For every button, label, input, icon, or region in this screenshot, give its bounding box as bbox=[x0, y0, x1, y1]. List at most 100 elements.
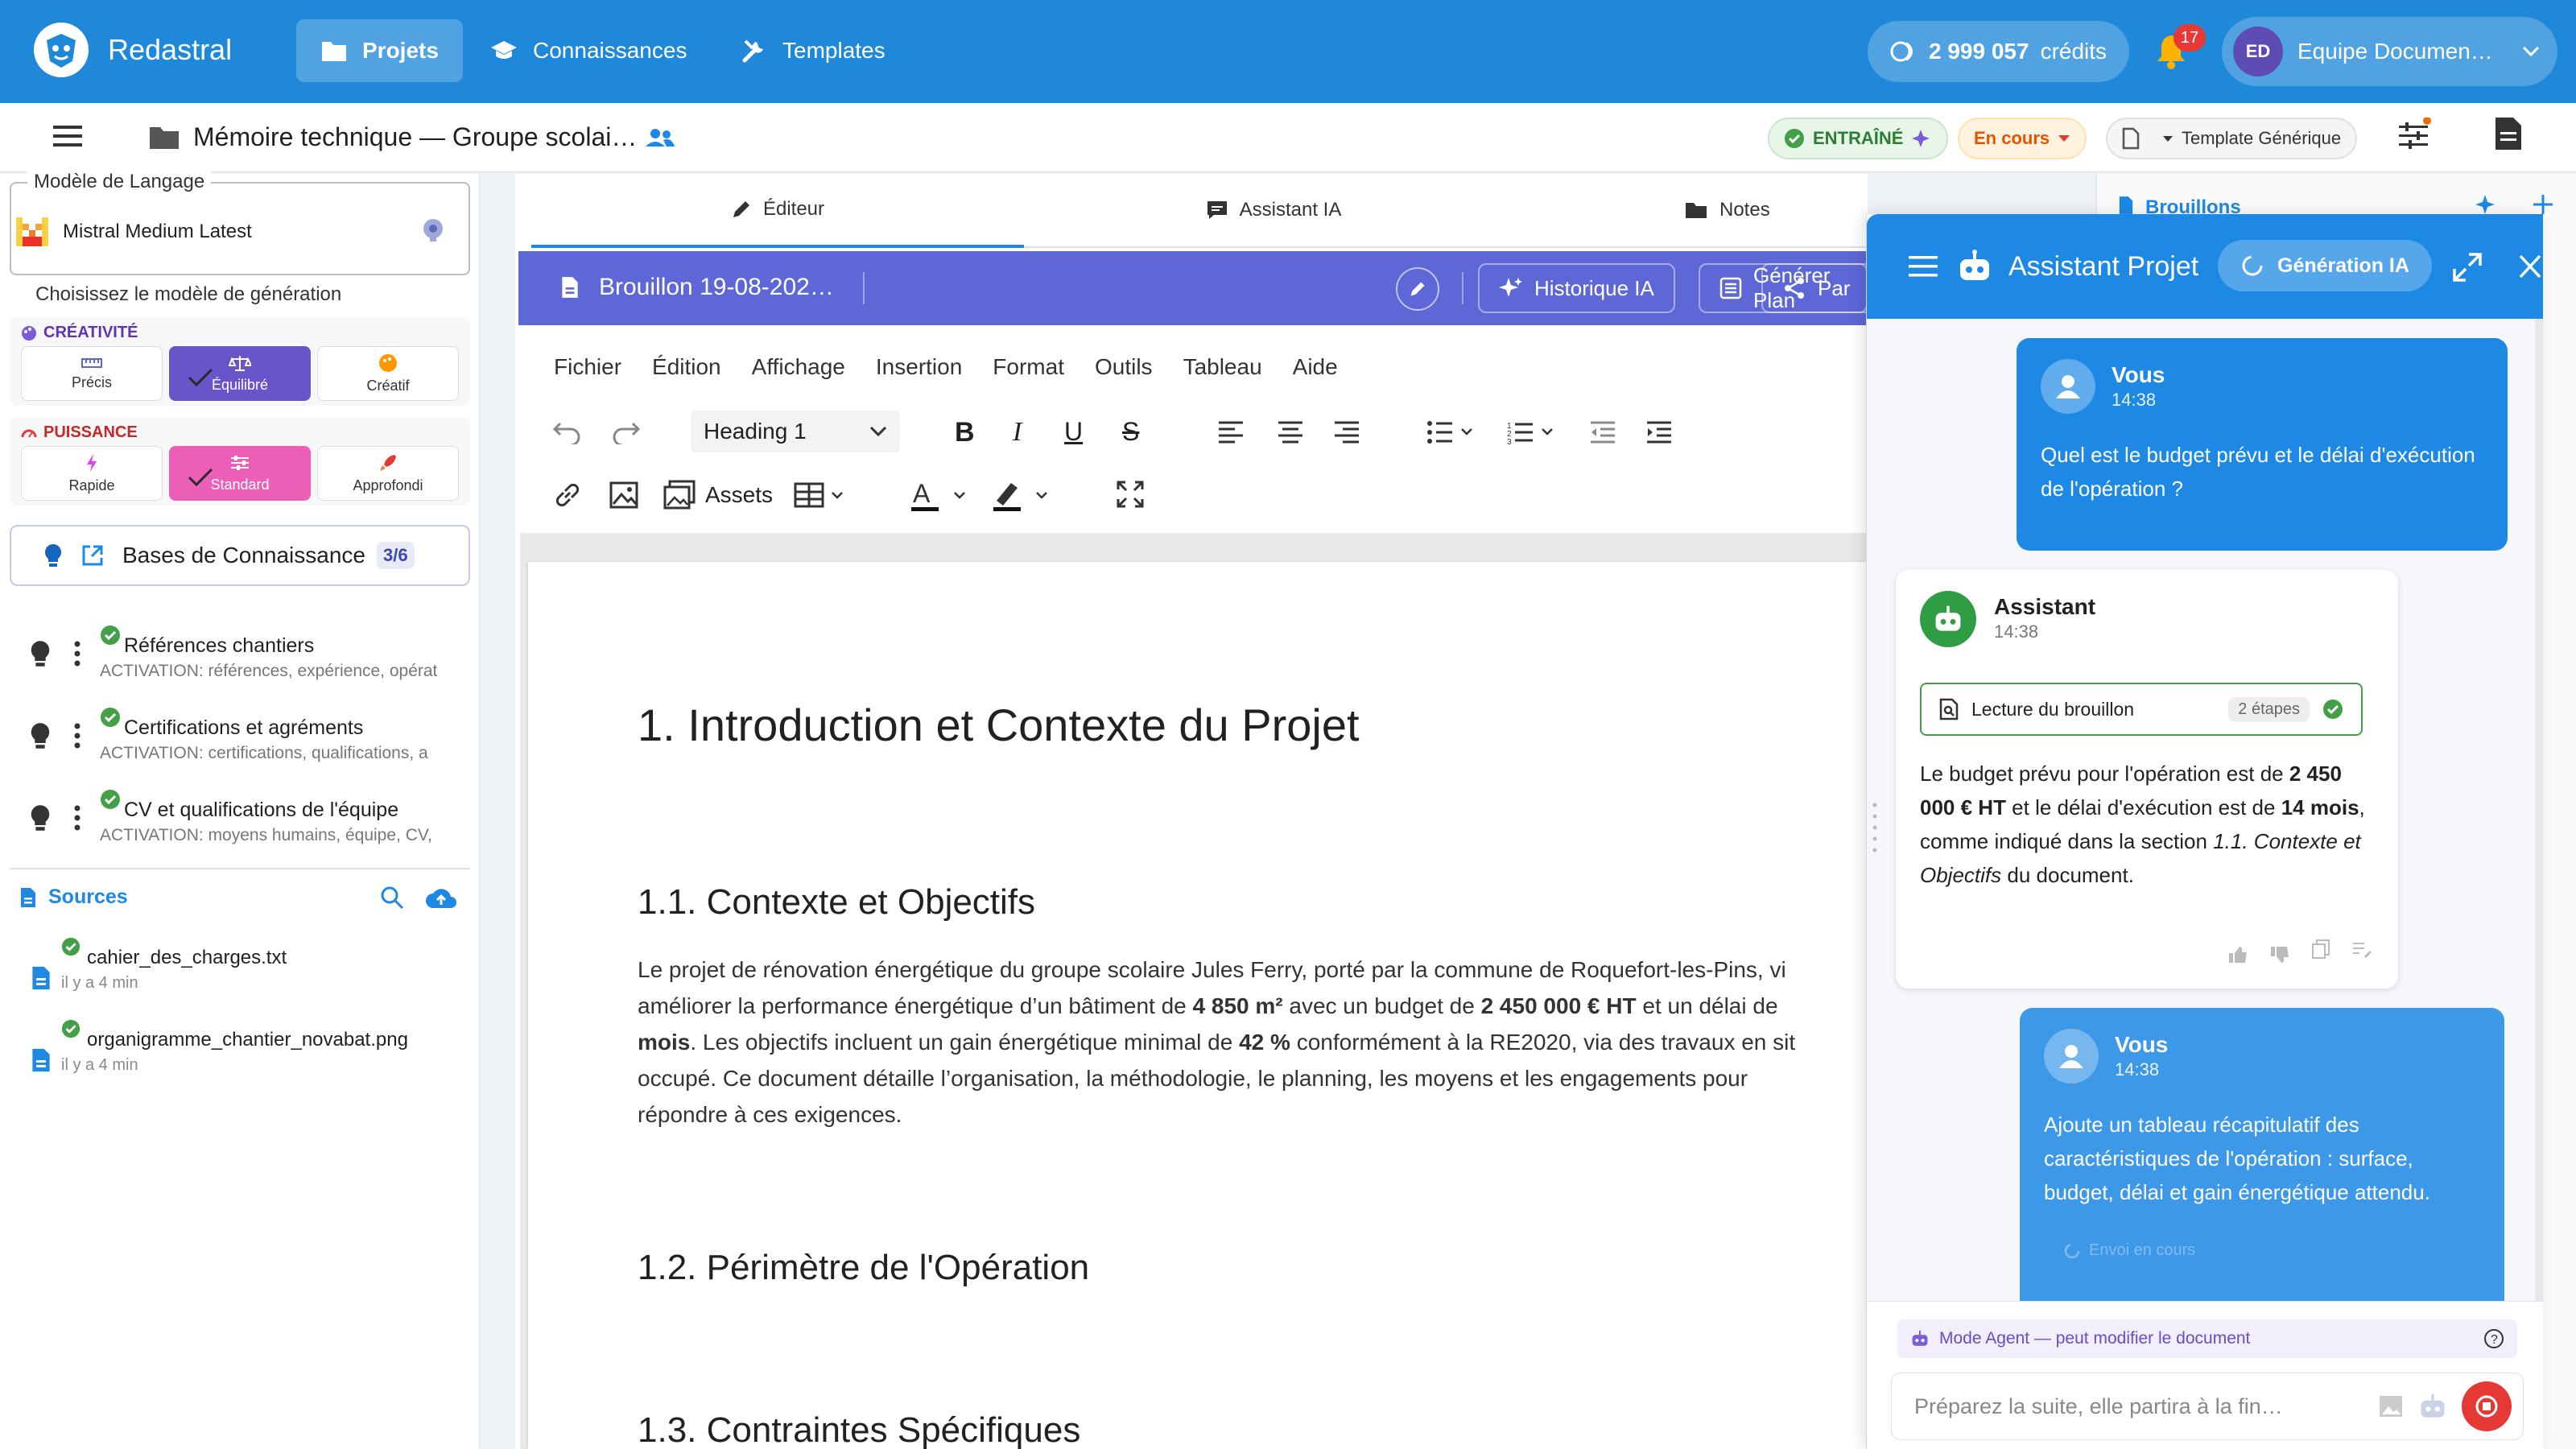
notifications-button[interactable]: 17 bbox=[2154, 24, 2206, 69]
more-vertical-icon[interactable] bbox=[74, 723, 80, 749]
menu-format[interactable]: Format bbox=[993, 354, 1064, 380]
numbered-list-icon[interactable]: 123 bbox=[1507, 420, 1555, 444]
search-icon[interactable] bbox=[380, 886, 404, 910]
creativity-equilibre[interactable]: Équilibré bbox=[169, 346, 311, 401]
nav-connaissances[interactable]: Connaissances bbox=[465, 19, 711, 82]
expand-icon[interactable] bbox=[2451, 251, 2483, 283]
creativity-creatif[interactable]: Créatif bbox=[317, 346, 459, 401]
copy-icon[interactable] bbox=[2311, 939, 2330, 960]
menu-outils[interactable]: Outils bbox=[1095, 354, 1153, 380]
collaborators-icon[interactable] bbox=[646, 127, 675, 148]
close-icon[interactable] bbox=[2517, 253, 2543, 280]
template-selector[interactable]: Template Générique bbox=[2106, 118, 2358, 159]
power-rapide[interactable]: Rapide bbox=[21, 446, 163, 501]
spinner-icon bbox=[2063, 1242, 2081, 1260]
align-center-icon[interactable] bbox=[1277, 420, 1304, 444]
knowledge-bases-button[interactable]: Bases de Connaissance 3/6 bbox=[10, 525, 470, 586]
editor-menubar: Fichier Édition Affichage Insertion Form… bbox=[554, 354, 1338, 380]
trained-status-badge[interactable]: ENTRAÎNÉ bbox=[1768, 118, 1949, 159]
help-icon[interactable]: ? bbox=[2483, 1328, 2504, 1349]
chat-scrollbar[interactable] bbox=[2535, 319, 2543, 1309]
menu-affichage[interactable]: Affichage bbox=[752, 354, 845, 380]
document-header-bar: Mémoire technique — Groupe scolai… ENTRA… bbox=[0, 103, 2576, 172]
creativity-equilibre-label: Équilibré bbox=[211, 376, 269, 393]
nav-templates[interactable]: Templates bbox=[716, 19, 910, 82]
assets-button[interactable]: Assets bbox=[663, 480, 773, 510]
plus-icon[interactable] bbox=[2532, 193, 2554, 216]
chat-input-placeholder: Préparez la suite, elle partira à la fin… bbox=[1914, 1393, 2283, 1418]
app-brand[interactable]: Redastral bbox=[32, 21, 232, 79]
hamburger-menu-icon[interactable] bbox=[1907, 254, 1939, 279]
power-standard[interactable]: Standard bbox=[169, 446, 311, 501]
user-menu[interactable]: ED Equipe Documen… bbox=[2222, 17, 2557, 86]
model-selector[interactable]: Modèle de Langage Mistral Medium Latest bbox=[10, 171, 470, 275]
progress-status-dropdown[interactable]: En cours bbox=[1958, 118, 2087, 159]
settings-sliders-icon[interactable] bbox=[2396, 118, 2431, 153]
bold-icon[interactable]: B bbox=[955, 417, 975, 448]
indent-icon[interactable] bbox=[1645, 420, 1673, 444]
notification-count-badge: 17 bbox=[2174, 24, 2206, 52]
italic-icon[interactable]: I bbox=[1013, 417, 1022, 448]
check-circle-icon bbox=[100, 789, 121, 810]
credits-badge[interactable]: 2 999 057 crédits bbox=[1868, 21, 2130, 82]
text-color-icon[interactable]: A bbox=[910, 478, 974, 514]
image-icon[interactable] bbox=[609, 480, 639, 510]
thumbs-up-icon[interactable] bbox=[2227, 945, 2248, 964]
draft-title[interactable]: Brouillon 19-08-202… bbox=[599, 274, 834, 301]
menu-edition[interactable]: Édition bbox=[652, 354, 721, 380]
agent-step[interactable]: Lecture du brouillon 2 étapes bbox=[1920, 683, 2363, 736]
source-item[interactable]: organigramme_chantier_novabat.png il y a… bbox=[26, 1019, 477, 1082]
underline-icon[interactable]: U bbox=[1064, 417, 1083, 447]
fullscreen-icon[interactable] bbox=[1116, 480, 1145, 509]
stop-generation-button[interactable] bbox=[2462, 1381, 2512, 1431]
menu-insertion[interactable]: Insertion bbox=[876, 354, 962, 380]
image-attach-icon[interactable] bbox=[2378, 1394, 2404, 1418]
power-approfondi[interactable]: Approfondi bbox=[317, 446, 459, 501]
undo-icon[interactable] bbox=[552, 417, 583, 444]
cloud-upload-icon[interactable] bbox=[425, 887, 457, 910]
resize-handle[interactable] bbox=[1872, 800, 1877, 861]
document-export-icon[interactable] bbox=[2494, 116, 2523, 151]
share-button[interactable]: Par bbox=[1761, 263, 1868, 313]
table-icon[interactable] bbox=[794, 481, 850, 509]
hamburger-menu-icon[interactable] bbox=[52, 122, 84, 150]
more-vertical-icon[interactable] bbox=[74, 641, 80, 667]
bullet-list-icon[interactable] bbox=[1426, 420, 1475, 444]
kb-item[interactable]: Références chantiers ACTIVATION: référen… bbox=[29, 625, 480, 702]
more-vertical-icon[interactable] bbox=[74, 805, 80, 831]
mistral-logo-icon bbox=[16, 217, 48, 246]
heading-select[interactable]: Heading 1 bbox=[691, 411, 900, 452]
strikethrough-icon[interactable]: S bbox=[1122, 417, 1139, 447]
kb-item[interactable]: CV et qualifications de l'équipe ACTIVAT… bbox=[29, 790, 480, 866]
edit-title-button[interactable] bbox=[1396, 267, 1439, 311]
ai-history-button[interactable]: Historique IA bbox=[1478, 263, 1675, 313]
user-avatar-icon bbox=[2044, 1029, 2099, 1084]
tab-editeur[interactable]: Éditeur bbox=[531, 174, 1024, 248]
trained-status-label: ENTRAÎNÉ bbox=[1813, 128, 1904, 148]
document-title[interactable]: Mémoire technique — Groupe scolai… bbox=[193, 122, 637, 152]
chat-input[interactable]: Préparez la suite, elle partira à la fin… bbox=[1891, 1373, 2524, 1440]
source-item[interactable]: cahier_des_charges.txt il y a 4 min bbox=[26, 937, 477, 1000]
insert-icon[interactable] bbox=[2351, 940, 2372, 960]
document-page[interactable]: 1. Introduction et Contexte du Projet 1.… bbox=[528, 562, 1868, 1449]
kb-item[interactable]: Certifications et agréments ACTIVATION: … bbox=[29, 708, 480, 784]
creativity-precis[interactable]: Précis bbox=[21, 346, 163, 401]
robot-icon[interactable] bbox=[2418, 1393, 2447, 1420]
redo-icon[interactable] bbox=[610, 417, 641, 444]
chat-message-user: Vous 14:38 Ajoute un tableau récapitulat… bbox=[2020, 1008, 2504, 1314]
align-right-icon[interactable] bbox=[1333, 420, 1360, 444]
link-icon[interactable] bbox=[552, 480, 583, 510]
menu-aide[interactable]: Aide bbox=[1293, 354, 1338, 380]
tab-notes[interactable]: Notes bbox=[1523, 174, 1868, 248]
align-left-icon[interactable] bbox=[1217, 420, 1245, 444]
menu-fichier[interactable]: Fichier bbox=[554, 354, 621, 380]
highlight-color-icon[interactable] bbox=[992, 478, 1056, 514]
outdent-icon[interactable] bbox=[1589, 420, 1616, 444]
sources-title: Sources bbox=[48, 886, 128, 908]
palette-icon bbox=[378, 353, 398, 373]
folder-icon bbox=[148, 124, 180, 151]
nav-projets[interactable]: Projets bbox=[296, 19, 463, 82]
menu-tableau[interactable]: Tableau bbox=[1183, 354, 1262, 380]
thumbs-down-icon[interactable] bbox=[2269, 945, 2290, 964]
tab-assistant-ia[interactable]: Assistant IA bbox=[1024, 174, 1523, 248]
